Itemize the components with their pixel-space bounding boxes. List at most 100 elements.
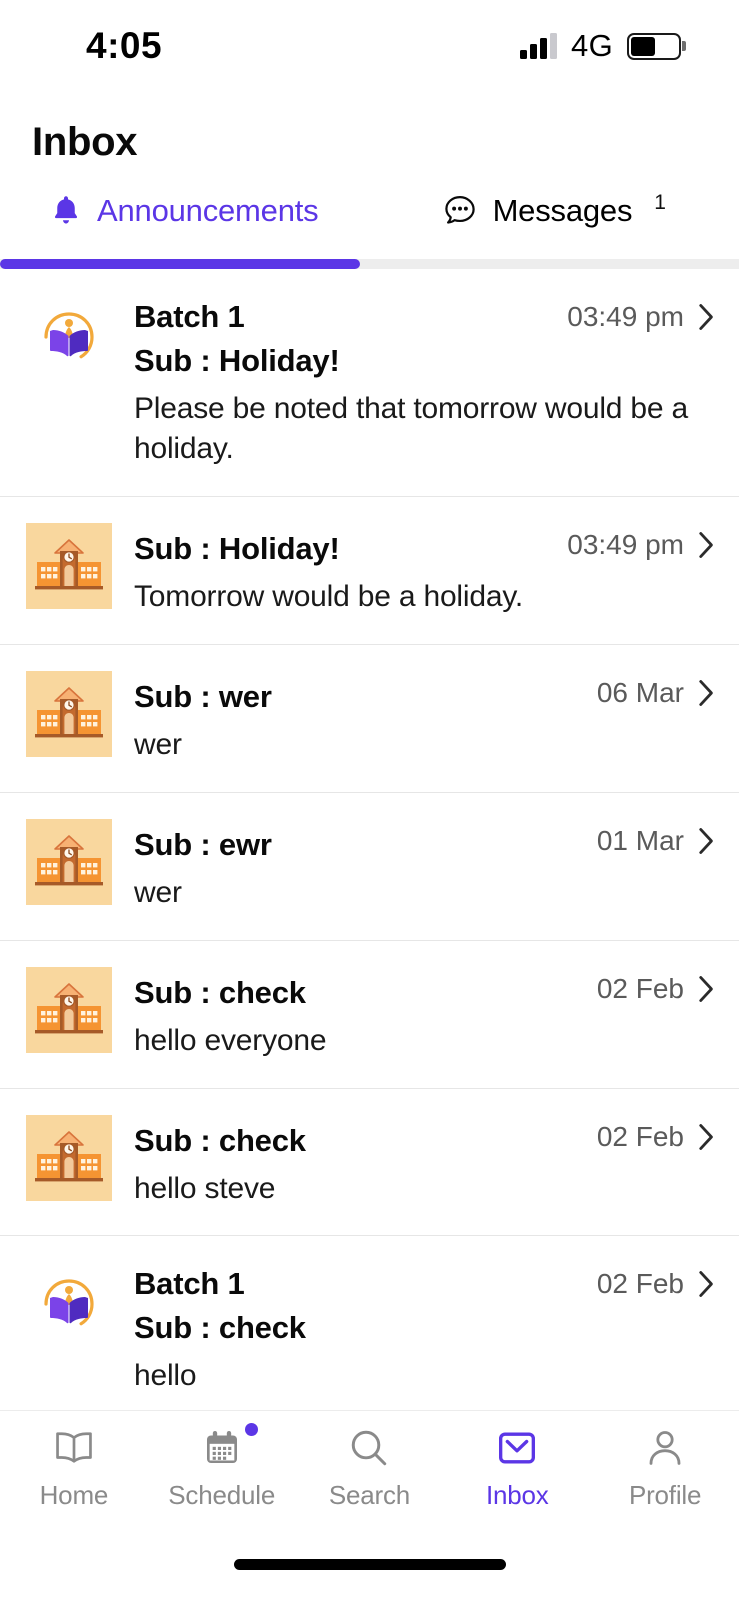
person-icon bbox=[645, 1425, 685, 1471]
row-timestamp: 02 Feb bbox=[596, 972, 684, 1004]
tab-active-indicator bbox=[0, 259, 360, 269]
envelope-icon bbox=[497, 1425, 537, 1471]
row-preview: wer bbox=[134, 875, 182, 909]
book-icon bbox=[53, 1425, 95, 1471]
network-type-label: 4G bbox=[571, 28, 613, 63]
list-item[interactable]: Sub : check 02 Feb hello steve bbox=[0, 1088, 739, 1237]
nav-label-search: Search bbox=[328, 1480, 411, 1510]
tab-messages[interactable]: Messages 1 bbox=[370, 191, 739, 229]
chevron-right-icon bbox=[698, 975, 715, 1003]
school-building-icon bbox=[26, 1114, 112, 1201]
chevron-right-icon bbox=[698, 827, 715, 855]
status-time: 4:05 bbox=[86, 25, 163, 66]
institute-logo-icon bbox=[32, 1268, 106, 1342]
app-screen: 4:05 4G Inbox Announcements Messages 1 B… bbox=[0, 0, 739, 1600]
row-timestamp: 01 Mar bbox=[596, 824, 684, 856]
row-preview: hello everyone bbox=[134, 1023, 327, 1057]
nav-label-inbox: Inbox bbox=[485, 1480, 549, 1510]
announcements-list[interactable]: Batch 1 03:49 pm Sub : Holiday! Please b… bbox=[0, 269, 739, 1600]
row-meta: 06 Mar bbox=[597, 673, 715, 709]
inbox-tabs: Announcements Messages 1 bbox=[0, 191, 739, 269]
row-subject: Sub : Holiday! bbox=[134, 342, 340, 378]
bell-icon bbox=[51, 194, 81, 228]
row-body: Sub : check 02 Feb hello steve bbox=[134, 1115, 715, 1210]
row-subject: Sub : check bbox=[134, 1310, 306, 1346]
row-avatar bbox=[26, 295, 112, 381]
row-meta: 03:49 pm bbox=[567, 525, 715, 561]
nav-item-home[interactable]: Home bbox=[0, 1425, 148, 1529]
nav-item-profile[interactable]: Profile bbox=[591, 1425, 739, 1529]
schedule-notification-dot bbox=[244, 1423, 258, 1436]
row-avatar bbox=[26, 1262, 112, 1348]
nav-label-home: Home bbox=[39, 1480, 109, 1510]
row-subject: Sub : Holiday! bbox=[134, 531, 340, 567]
row-timestamp: 06 Mar bbox=[596, 677, 684, 709]
school-building-icon bbox=[26, 818, 112, 905]
institute-logo-icon bbox=[32, 301, 106, 375]
row-batch-title: Batch 1 bbox=[134, 1266, 245, 1302]
row-timestamp: 02 Feb bbox=[596, 1268, 684, 1300]
row-avatar bbox=[26, 966, 112, 1053]
row-avatar bbox=[26, 1114, 112, 1201]
row-preview: Tomorrow would be a holiday. bbox=[134, 580, 524, 614]
row-batch-title: Batch 1 bbox=[134, 299, 245, 334]
row-avatar bbox=[26, 523, 112, 610]
tab-indicator-track bbox=[0, 259, 739, 269]
row-preview: hello bbox=[134, 1359, 197, 1393]
signal-strength-icon bbox=[520, 33, 558, 59]
list-item[interactable]: Sub : Holiday! 03:49 pm Tomorrow would b… bbox=[0, 497, 739, 646]
row-avatar bbox=[26, 671, 112, 758]
row-body: Sub : wer 06 Mar wer bbox=[134, 671, 715, 766]
row-body: Sub : Holiday! 03:49 pm Tomorrow would b… bbox=[134, 523, 715, 618]
row-subject: Sub : ewr bbox=[134, 826, 272, 862]
row-subject: Sub : wer bbox=[134, 679, 272, 715]
list-item[interactable]: Batch 1 02 Feb Sub : check hello bbox=[0, 1236, 739, 1424]
nav-item-schedule[interactable]: Schedule bbox=[148, 1423, 296, 1529]
chevron-right-icon bbox=[698, 531, 715, 559]
row-body: Batch 1 03:49 pm Sub : Holiday! Please b… bbox=[134, 295, 715, 470]
school-building-icon bbox=[26, 966, 112, 1053]
tab-label-messages: Messages bbox=[492, 193, 633, 228]
list-item[interactable]: Sub : wer 06 Mar wer bbox=[0, 645, 739, 793]
chevron-right-icon bbox=[698, 1123, 715, 1151]
status-indicators: 4G bbox=[520, 28, 681, 64]
chat-bubble-icon bbox=[443, 194, 477, 228]
row-timestamp: 03:49 pm bbox=[567, 301, 684, 332]
row-body: Sub : check 02 Feb hello everyone bbox=[134, 967, 715, 1062]
tab-announcements[interactable]: Announcements bbox=[0, 193, 370, 229]
messages-unread-badge: 1 bbox=[654, 191, 666, 214]
row-meta: 02 Feb bbox=[597, 969, 715, 1005]
row-preview: wer bbox=[134, 728, 182, 762]
home-indicator-area bbox=[0, 1529, 739, 1600]
row-body: Batch 1 02 Feb Sub : check hello bbox=[134, 1262, 715, 1396]
list-item[interactable]: Sub : ewr 01 Mar wer bbox=[0, 792, 739, 941]
row-avatar bbox=[26, 818, 112, 905]
nav-item-inbox[interactable]: Inbox bbox=[443, 1425, 591, 1529]
page-title: Inbox bbox=[32, 120, 138, 164]
row-meta: 02 Feb bbox=[597, 1117, 715, 1153]
school-building-icon bbox=[26, 671, 112, 758]
calendar-icon bbox=[202, 1423, 258, 1471]
bottom-navigation: Home Schedule Search Inbox Profile bbox=[0, 1410, 739, 1600]
row-meta: 03:49 pm bbox=[567, 297, 715, 333]
tab-label-announcements: Announcements bbox=[97, 193, 319, 228]
list-item[interactable]: Batch 1 03:49 pm Sub : Holiday! Please b… bbox=[0, 269, 739, 498]
search-icon bbox=[348, 1425, 390, 1471]
nav-label-profile: Profile bbox=[628, 1480, 702, 1510]
status-bar: 4:05 4G bbox=[0, 0, 739, 92]
list-item[interactable]: Sub : check 02 Feb hello everyone bbox=[0, 940, 739, 1089]
battery-icon bbox=[627, 32, 681, 60]
chevron-right-icon bbox=[698, 303, 715, 331]
row-subject: Sub : check bbox=[134, 1122, 306, 1158]
row-timestamp: 02 Feb bbox=[596, 1120, 684, 1152]
row-preview: hello steve bbox=[134, 1171, 276, 1205]
nav-label-schedule: Schedule bbox=[168, 1480, 276, 1510]
row-subject: Sub : check bbox=[134, 974, 306, 1010]
nav-item-search[interactable]: Search bbox=[296, 1425, 444, 1529]
row-timestamp: 03:49 pm bbox=[567, 529, 684, 561]
row-body: Sub : ewr 01 Mar wer bbox=[134, 819, 715, 914]
chevron-right-icon bbox=[698, 679, 715, 707]
school-building-icon bbox=[26, 523, 112, 610]
home-indicator[interactable] bbox=[233, 1559, 506, 1570]
chevron-right-icon bbox=[698, 1270, 715, 1298]
